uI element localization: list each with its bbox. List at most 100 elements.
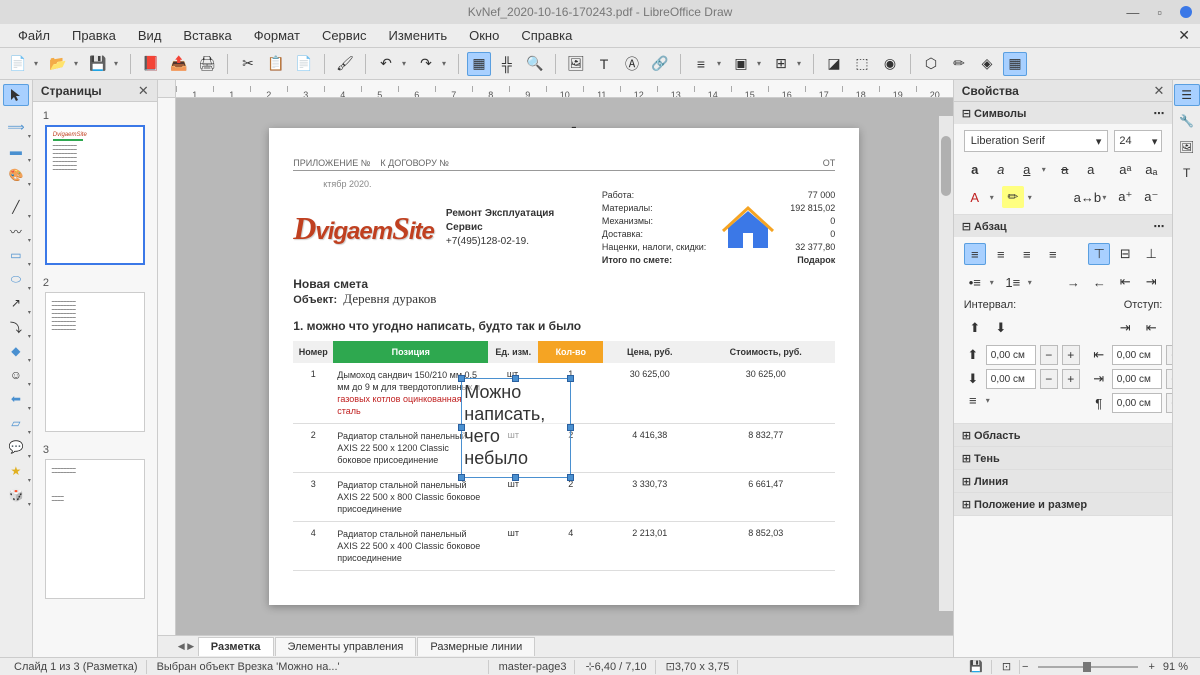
fit-page-button[interactable]: ⊡: [994, 660, 1020, 674]
symbol-shapes-tool[interactable]: ☺▾: [3, 364, 29, 386]
rtl-button[interactable]: ←: [1088, 271, 1110, 293]
edit-points-button[interactable]: ✏: [947, 52, 971, 76]
line-tool[interactable]: ╱▾: [3, 196, 29, 218]
section-character[interactable]: ⊟ Символы⋯: [954, 102, 1173, 124]
status-slide[interactable]: Слайд 1 из 3 (Разметка): [6, 660, 147, 674]
resize-handle[interactable]: [458, 424, 465, 431]
vertical-ruler[interactable]: [158, 98, 176, 635]
menu-modify[interactable]: Изменить: [378, 26, 457, 45]
resize-handle[interactable]: [458, 474, 465, 481]
bullets-button[interactable]: •≡: [964, 271, 986, 293]
menu-insert[interactable]: Вставка: [173, 26, 241, 45]
tab-controls[interactable]: Элементы управления: [275, 637, 417, 656]
subscript-button[interactable]: aₐ: [1140, 158, 1162, 180]
zoom-button[interactable]: 🔍: [523, 52, 547, 76]
shadow-button[interactable]: ◪: [822, 52, 846, 76]
menu-edit[interactable]: Правка: [62, 26, 126, 45]
close-document-button[interactable]: ✕: [1178, 27, 1190, 44]
stars-tool[interactable]: ★▾: [3, 460, 29, 482]
basic-shapes-tool[interactable]: ◆▾: [3, 340, 29, 362]
menu-help[interactable]: Справка: [511, 26, 582, 45]
arrow-tool[interactable]: ↗▾: [3, 292, 29, 314]
zoom-value[interactable]: 91 %: [1157, 661, 1194, 673]
section-position[interactable]: ⊞ Положение и размер: [954, 493, 1173, 515]
menu-tools[interactable]: Сервис: [312, 26, 377, 45]
shapes-button[interactable]: ⬡: [919, 52, 943, 76]
rectangle-tool[interactable]: ▭▾: [3, 244, 29, 266]
cut-button[interactable]: ✂: [236, 52, 260, 76]
save-button[interactable]: 💾: [86, 52, 110, 76]
page-thumb-1[interactable]: DvigaemSite▬▬▬▬▬▬▬▬▬▬▬▬▬▬▬▬▬▬▬▬▬▬▬▬▬▬▬▬▬…: [45, 125, 145, 265]
increase-spacing-button[interactable]: a⁺: [1114, 186, 1136, 208]
menu-file[interactable]: Файл: [8, 26, 60, 45]
selected-text-frame[interactable]: Можно написать, чего небыло: [461, 378, 571, 478]
paste-button[interactable]: 📄: [292, 52, 316, 76]
copy-button[interactable]: 📋: [264, 52, 288, 76]
menu-format[interactable]: Формат: [244, 26, 310, 45]
shadow-text-button[interactable]: a: [1080, 158, 1102, 180]
indent-dec-icon[interactable]: ⇤: [1140, 317, 1162, 339]
crop-button[interactable]: ⬚: [850, 52, 874, 76]
fontwork-button[interactable]: Ⓐ: [620, 52, 644, 76]
callout-tool[interactable]: 💬▾: [3, 436, 29, 458]
spacing-inc-button[interactable]: ⬆: [964, 317, 986, 339]
distribute-button[interactable]: ⊞: [769, 52, 793, 76]
sidebar-styles-tab[interactable]: 🔧: [1174, 110, 1200, 132]
maximize-button[interactable]: ▫: [1157, 5, 1162, 20]
block-arrows-tool[interactable]: ⬅▾: [3, 388, 29, 410]
undo-button[interactable]: ↶: [374, 52, 398, 76]
valign-middle-button[interactable]: ⊟: [1114, 243, 1136, 265]
align-justify-button[interactable]: ≡: [1042, 243, 1064, 265]
redo-button[interactable]: ↷: [414, 52, 438, 76]
resize-handle[interactable]: [567, 474, 574, 481]
tab-layout[interactable]: Разметка: [198, 637, 274, 656]
arrange-button[interactable]: ▣: [729, 52, 753, 76]
align-center-button[interactable]: ≡: [990, 243, 1012, 265]
zoom-in-button[interactable]: +: [1148, 661, 1154, 673]
insert-image-button[interactable]: 🖼: [564, 52, 588, 76]
3d-tool[interactable]: 🎲▾: [3, 484, 29, 506]
line-color-tool[interactable]: ▬▾: [3, 140, 29, 162]
resize-handle[interactable]: [512, 375, 519, 382]
spacing-dec-button[interactable]: ⬇: [990, 317, 1012, 339]
italic-button[interactable]: a: [990, 158, 1012, 180]
new-button[interactable]: 📄: [6, 52, 30, 76]
indent-dec-button[interactable]: ⇤: [1114, 271, 1136, 293]
toggle-extrusion-button[interactable]: ▦: [1003, 52, 1027, 76]
section-area[interactable]: ⊞ Область: [954, 424, 1173, 446]
textbox-button[interactable]: T: [592, 52, 616, 76]
document-page[interactable]: ПРИЛОЖЕНИЕ № К ДОГОВОРУ № ОТ ктябр 2020.…: [269, 128, 859, 605]
font-color-button[interactable]: A: [964, 186, 986, 208]
underline-button[interactable]: a: [1016, 158, 1038, 180]
valign-bottom-button[interactable]: ⊥: [1140, 243, 1162, 265]
section-paragraph[interactable]: ⊟ Абзац⋯: [954, 215, 1173, 237]
strike-button[interactable]: a: [1054, 158, 1076, 180]
page-thumbnails[interactable]: 1DvigaemSite▬▬▬▬▬▬▬▬▬▬▬▬▬▬▬▬▬▬▬▬▬▬▬▬▬▬▬▬…: [33, 102, 157, 657]
status-save-icon[interactable]: 💾: [961, 660, 992, 674]
align-button[interactable]: ≡: [689, 52, 713, 76]
tab-dimlines[interactable]: Размерные линии: [417, 637, 535, 656]
fill-color-tool[interactable]: 🎨▾: [3, 164, 29, 186]
print-button[interactable]: 🖨: [195, 52, 219, 76]
highlight-button[interactable]: ✏: [1002, 186, 1024, 208]
clone-format-button[interactable]: 🖌: [333, 52, 357, 76]
align-right-button[interactable]: ≡: [1016, 243, 1038, 265]
curve-tool[interactable]: 〰▾: [3, 220, 29, 242]
menu-view[interactable]: Вид: [128, 26, 172, 45]
valign-top-button[interactable]: ⊤: [1088, 243, 1110, 265]
resize-handle[interactable]: [567, 424, 574, 431]
ellipse-tool[interactable]: ⬭▾: [3, 268, 29, 290]
minimize-button[interactable]: —: [1126, 5, 1139, 20]
sidebar-navigator-tab[interactable]: T: [1174, 162, 1200, 184]
export-pdf-button[interactable]: 📕: [139, 52, 163, 76]
decrease-spacing-button[interactable]: a⁻: [1140, 186, 1162, 208]
status-master[interactable]: master-page3: [491, 660, 576, 674]
page-viewport[interactable]: ↖ ПРИЛОЖЕНИЕ № К ДОГОВОРУ № ОТ ктябр 202…: [176, 98, 953, 635]
vertical-scrollbar[interactable]: [939, 116, 953, 611]
close-properties[interactable]: ✕: [1153, 83, 1164, 99]
sidebar-properties-tab[interactable]: ☰: [1174, 84, 1200, 106]
resize-handle[interactable]: [567, 375, 574, 382]
menu-window[interactable]: Окно: [459, 26, 509, 45]
grid-button[interactable]: ▦: [467, 52, 491, 76]
font-name-select[interactable]: Liberation Serif▾: [964, 130, 1109, 152]
